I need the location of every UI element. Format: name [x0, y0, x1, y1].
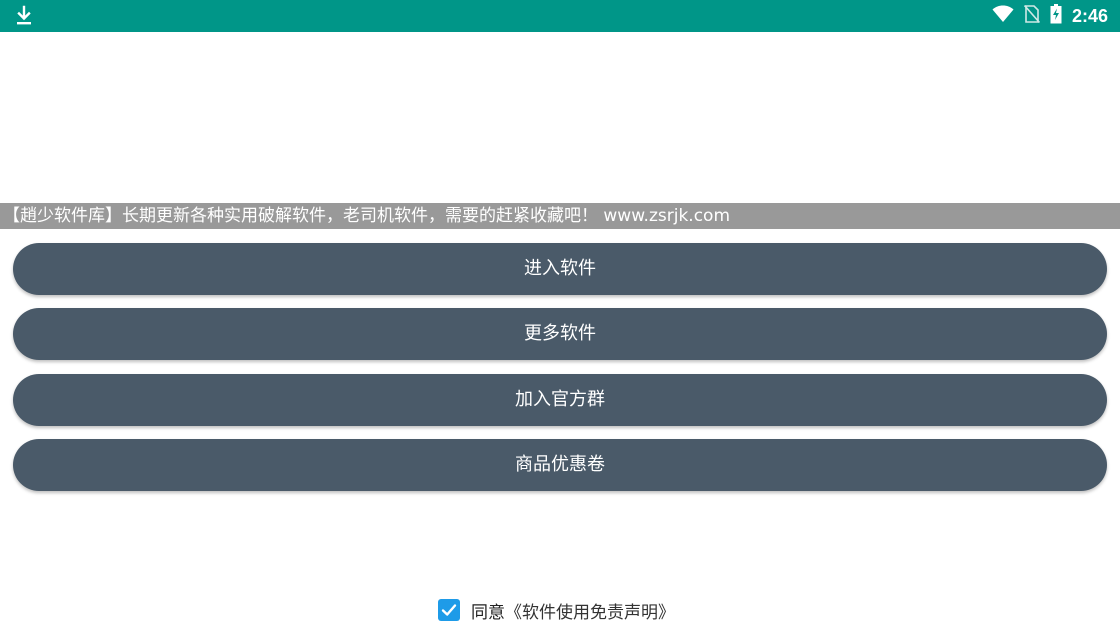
checkmark-icon — [441, 604, 457, 616]
enter-software-button[interactable]: 进入软件 — [13, 243, 1107, 295]
wifi-icon — [992, 5, 1014, 27]
disclaimer-link[interactable]: 《软件使用免责声明》 — [505, 598, 675, 623]
download-icon — [14, 5, 34, 27]
announcement-marquee: 【趙少软件库】长期更新各种实用破解软件，老司机软件，需要的赶紧收藏吧！ www.… — [0, 203, 1120, 229]
agree-label: 同意 — [471, 602, 505, 623]
clock: 2:46 — [1071, 5, 1108, 26]
status-icons: 2:46 — [992, 0, 1108, 32]
more-software-button[interactable]: 更多软件 — [13, 308, 1107, 360]
no-sim-icon — [1023, 4, 1041, 27]
agreement-row: 同意 《软件使用免责声明》 — [438, 597, 675, 623]
announcement-text: 【趙少软件库】长期更新各种实用破解软件，老司机软件，需要的赶紧收藏吧！ www.… — [3, 206, 731, 226]
coupons-button[interactable]: 商品优惠卷 — [13, 439, 1107, 491]
battery-charging-icon — [1050, 4, 1062, 28]
status-bar: 2:46 — [0, 0, 1120, 32]
join-official-group-button[interactable]: 加入官方群 — [13, 374, 1107, 426]
agree-checkbox[interactable] — [438, 599, 460, 621]
